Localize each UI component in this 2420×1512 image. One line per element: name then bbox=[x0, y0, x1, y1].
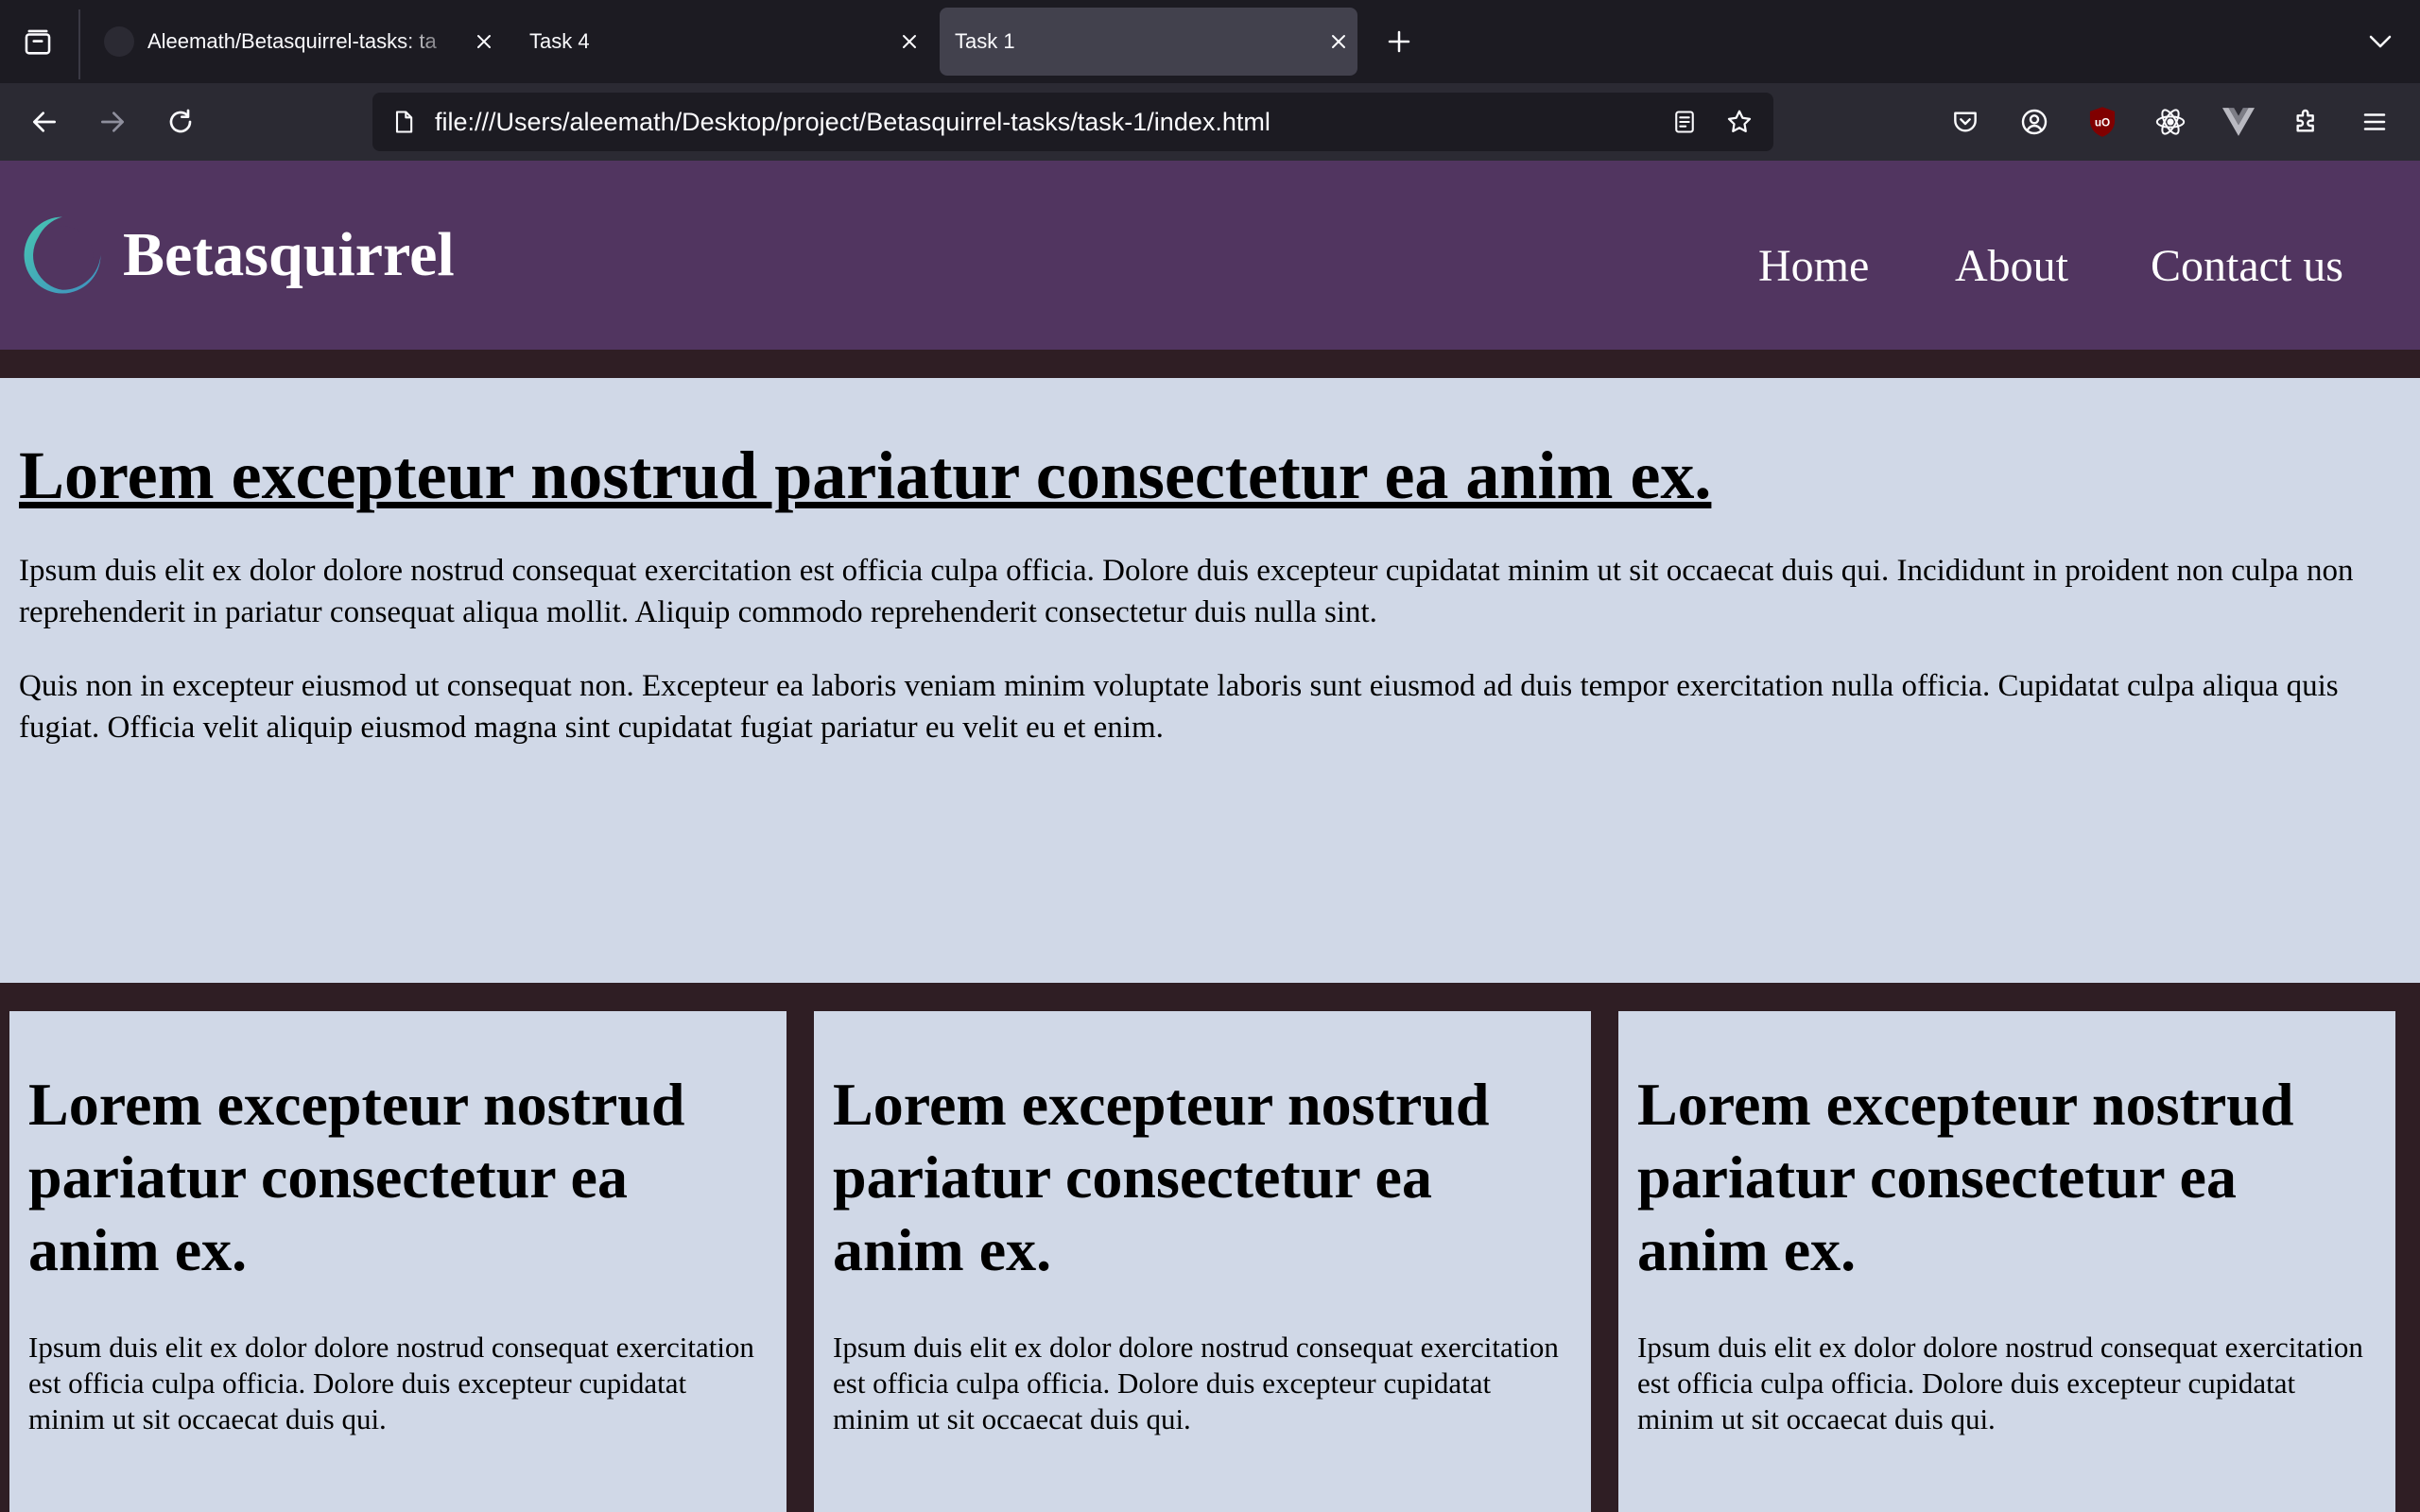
tab-title: Task 1 bbox=[955, 29, 1015, 53]
back-arrow-icon[interactable] bbox=[21, 98, 68, 146]
github-icon bbox=[104, 26, 134, 57]
card-title: Lorem excepteur nostrud pariatur consect… bbox=[1637, 1071, 2294, 1283]
menu-icon[interactable] bbox=[2351, 98, 2398, 146]
betasquirrel-logo-icon bbox=[24, 216, 101, 294]
card-title: Lorem excepteur nostrud pariatur consect… bbox=[833, 1071, 1490, 1283]
site-header: Betasquirrel Home About Contact us bbox=[0, 161, 2420, 350]
card-title: Lorem excepteur nostrud pariatur consect… bbox=[28, 1071, 685, 1283]
content-card: Lorem excepteur nostrud pariatur consect… bbox=[814, 1011, 1591, 1512]
card-text: Ipsum duis elit ex dolor dolore nostrud … bbox=[1637, 1331, 2363, 1435]
tab-separator bbox=[78, 9, 80, 79]
nav-link-contact[interactable]: Contact us bbox=[2151, 240, 2343, 293]
tab-task-4[interactable]: Task 4 bbox=[516, 8, 928, 76]
tab-strip: Aleemath/Betasquirrel-tasks: ta Task 4 T… bbox=[0, 0, 2420, 83]
nav-link-about[interactable]: About bbox=[1955, 240, 2068, 293]
card-text: Ipsum duis elit ex dolor dolore nostrud … bbox=[28, 1331, 754, 1435]
url-text[interactable]: file:///Users/aleemath/Desktop/project/B… bbox=[435, 108, 1664, 137]
extensions-puzzle-icon[interactable] bbox=[2283, 98, 2330, 146]
close-icon[interactable] bbox=[890, 23, 928, 60]
tab-github[interactable]: Aleemath/Betasquirrel-tasks: ta bbox=[95, 8, 503, 76]
navigation-toolbar: file:///Users/aleemath/Desktop/project/B… bbox=[0, 83, 2420, 161]
tab-task-1[interactable]: Task 1 bbox=[940, 8, 1357, 76]
ublock-origin-icon[interactable]: uO bbox=[2079, 98, 2126, 146]
reload-icon[interactable] bbox=[157, 98, 204, 146]
forward-arrow-icon[interactable] bbox=[89, 98, 136, 146]
pocket-icon[interactable] bbox=[1942, 98, 1989, 146]
url-bar[interactable]: file:///Users/aleemath/Desktop/project/B… bbox=[372, 93, 1773, 151]
nav-link-home[interactable]: Home bbox=[1758, 240, 1869, 293]
hero-title: Lorem excepteur nostrud pariatur consect… bbox=[19, 438, 1712, 513]
vue-devtools-icon[interactable] bbox=[2215, 98, 2262, 146]
star-icon[interactable] bbox=[1719, 101, 1760, 143]
content-card: Lorem excepteur nostrud pariatur consect… bbox=[1618, 1011, 2395, 1512]
reader-view-icon[interactable] bbox=[1664, 101, 1705, 143]
tab-list-icon[interactable] bbox=[13, 21, 62, 64]
svg-text:uO: uO bbox=[2095, 117, 2110, 129]
account-icon[interactable] bbox=[2011, 98, 2058, 146]
tab-title: Task 4 bbox=[529, 29, 590, 53]
hero-paragraph: Ipsum duis elit ex dolor dolore nostrud … bbox=[19, 554, 2354, 629]
chevron-down-icon[interactable] bbox=[2360, 21, 2401, 62]
close-icon[interactable] bbox=[1320, 23, 1357, 60]
plus-icon[interactable] bbox=[1378, 21, 1420, 62]
page-icon[interactable] bbox=[388, 106, 420, 138]
content-card: Lorem excepteur nostrud pariatur consect… bbox=[9, 1011, 786, 1512]
card-text: Ipsum duis elit ex dolor dolore nostrud … bbox=[833, 1331, 1559, 1435]
site-brand[interactable]: Betasquirrel bbox=[123, 221, 455, 289]
close-icon[interactable] bbox=[465, 23, 503, 60]
hero-section: Lorem excepteur nostrud pariatur consect… bbox=[0, 378, 2420, 983]
hero-paragraph: Quis non in excepteur eiusmod ut consequ… bbox=[19, 669, 2339, 745]
react-devtools-icon[interactable] bbox=[2147, 98, 2194, 146]
tab-title: Aleemath/Betasquirrel-tasks: ta bbox=[147, 29, 437, 53]
